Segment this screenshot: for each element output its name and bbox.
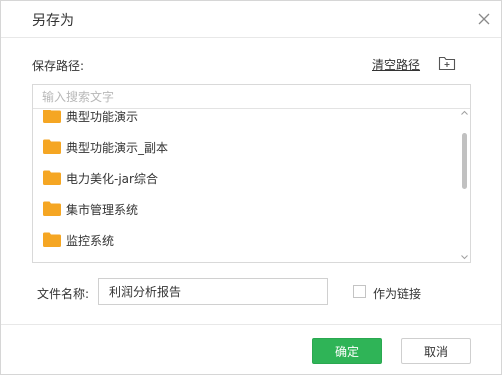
folder-item[interactable]: 集市管理系统 bbox=[33, 195, 459, 223]
folder-item[interactable]: 典型功能演示_副本 bbox=[33, 133, 459, 161]
folder-item[interactable]: 典型功能演示 bbox=[33, 110, 459, 130]
title-divider bbox=[1, 37, 501, 38]
folder-label: 典型功能演示_副本 bbox=[66, 141, 169, 155]
folder-label: 电力美化-jar综合 bbox=[66, 172, 158, 186]
save-as-dialog: 另存为 保存路径: 清空路径 典型功能演示 典型功能演示_副本 bbox=[0, 0, 502, 375]
folder-tree-panel: 典型功能演示 典型功能演示_副本 电力美化-jar综合 集市管理系统 bbox=[32, 84, 471, 263]
clear-path-link[interactable]: 清空路径 bbox=[372, 56, 420, 73]
file-name-input[interactable] bbox=[98, 278, 328, 305]
link-checkbox-label[interactable]: 作为链接 bbox=[373, 285, 421, 302]
folder-label: 典型功能演示 bbox=[66, 110, 139, 124]
folder-label: 集市管理系统 bbox=[66, 203, 139, 217]
folder-list-scrollbar[interactable] bbox=[460, 109, 469, 261]
folder-icon bbox=[43, 139, 61, 154]
folder-item[interactable] bbox=[33, 257, 459, 262]
folder-icon bbox=[43, 201, 61, 216]
dialog-title: 另存为 bbox=[32, 13, 74, 29]
new-folder-icon[interactable] bbox=[438, 55, 456, 71]
scrollbar-thumb[interactable] bbox=[462, 133, 467, 189]
ok-button[interactable]: 确定 bbox=[312, 338, 382, 364]
folder-icon bbox=[43, 232, 61, 247]
folder-list: 典型功能演示 典型功能演示_副本 电力美化-jar综合 集市管理系统 监控系统 bbox=[33, 110, 459, 262]
folder-label: 监控系统 bbox=[66, 234, 115, 248]
search-input[interactable] bbox=[33, 85, 470, 109]
close-icon[interactable] bbox=[474, 9, 494, 29]
folder-icon bbox=[43, 170, 61, 185]
folder-item[interactable]: 电力美化-jar综合 bbox=[33, 164, 459, 192]
scroll-down-arrow-icon[interactable] bbox=[460, 253, 469, 261]
folder-item[interactable]: 监控系统 bbox=[33, 226, 459, 254]
file-name-label: 文件名称: bbox=[37, 287, 90, 301]
cancel-button[interactable]: 取消 bbox=[401, 338, 471, 364]
scroll-up-arrow-icon[interactable] bbox=[460, 109, 469, 117]
folder-icon bbox=[43, 110, 61, 123]
link-checkbox[interactable] bbox=[353, 285, 366, 298]
footer-divider bbox=[1, 324, 501, 325]
save-path-label: 保存路径: bbox=[32, 59, 85, 73]
dialog-titlebar: 另存为 bbox=[1, 1, 501, 37]
